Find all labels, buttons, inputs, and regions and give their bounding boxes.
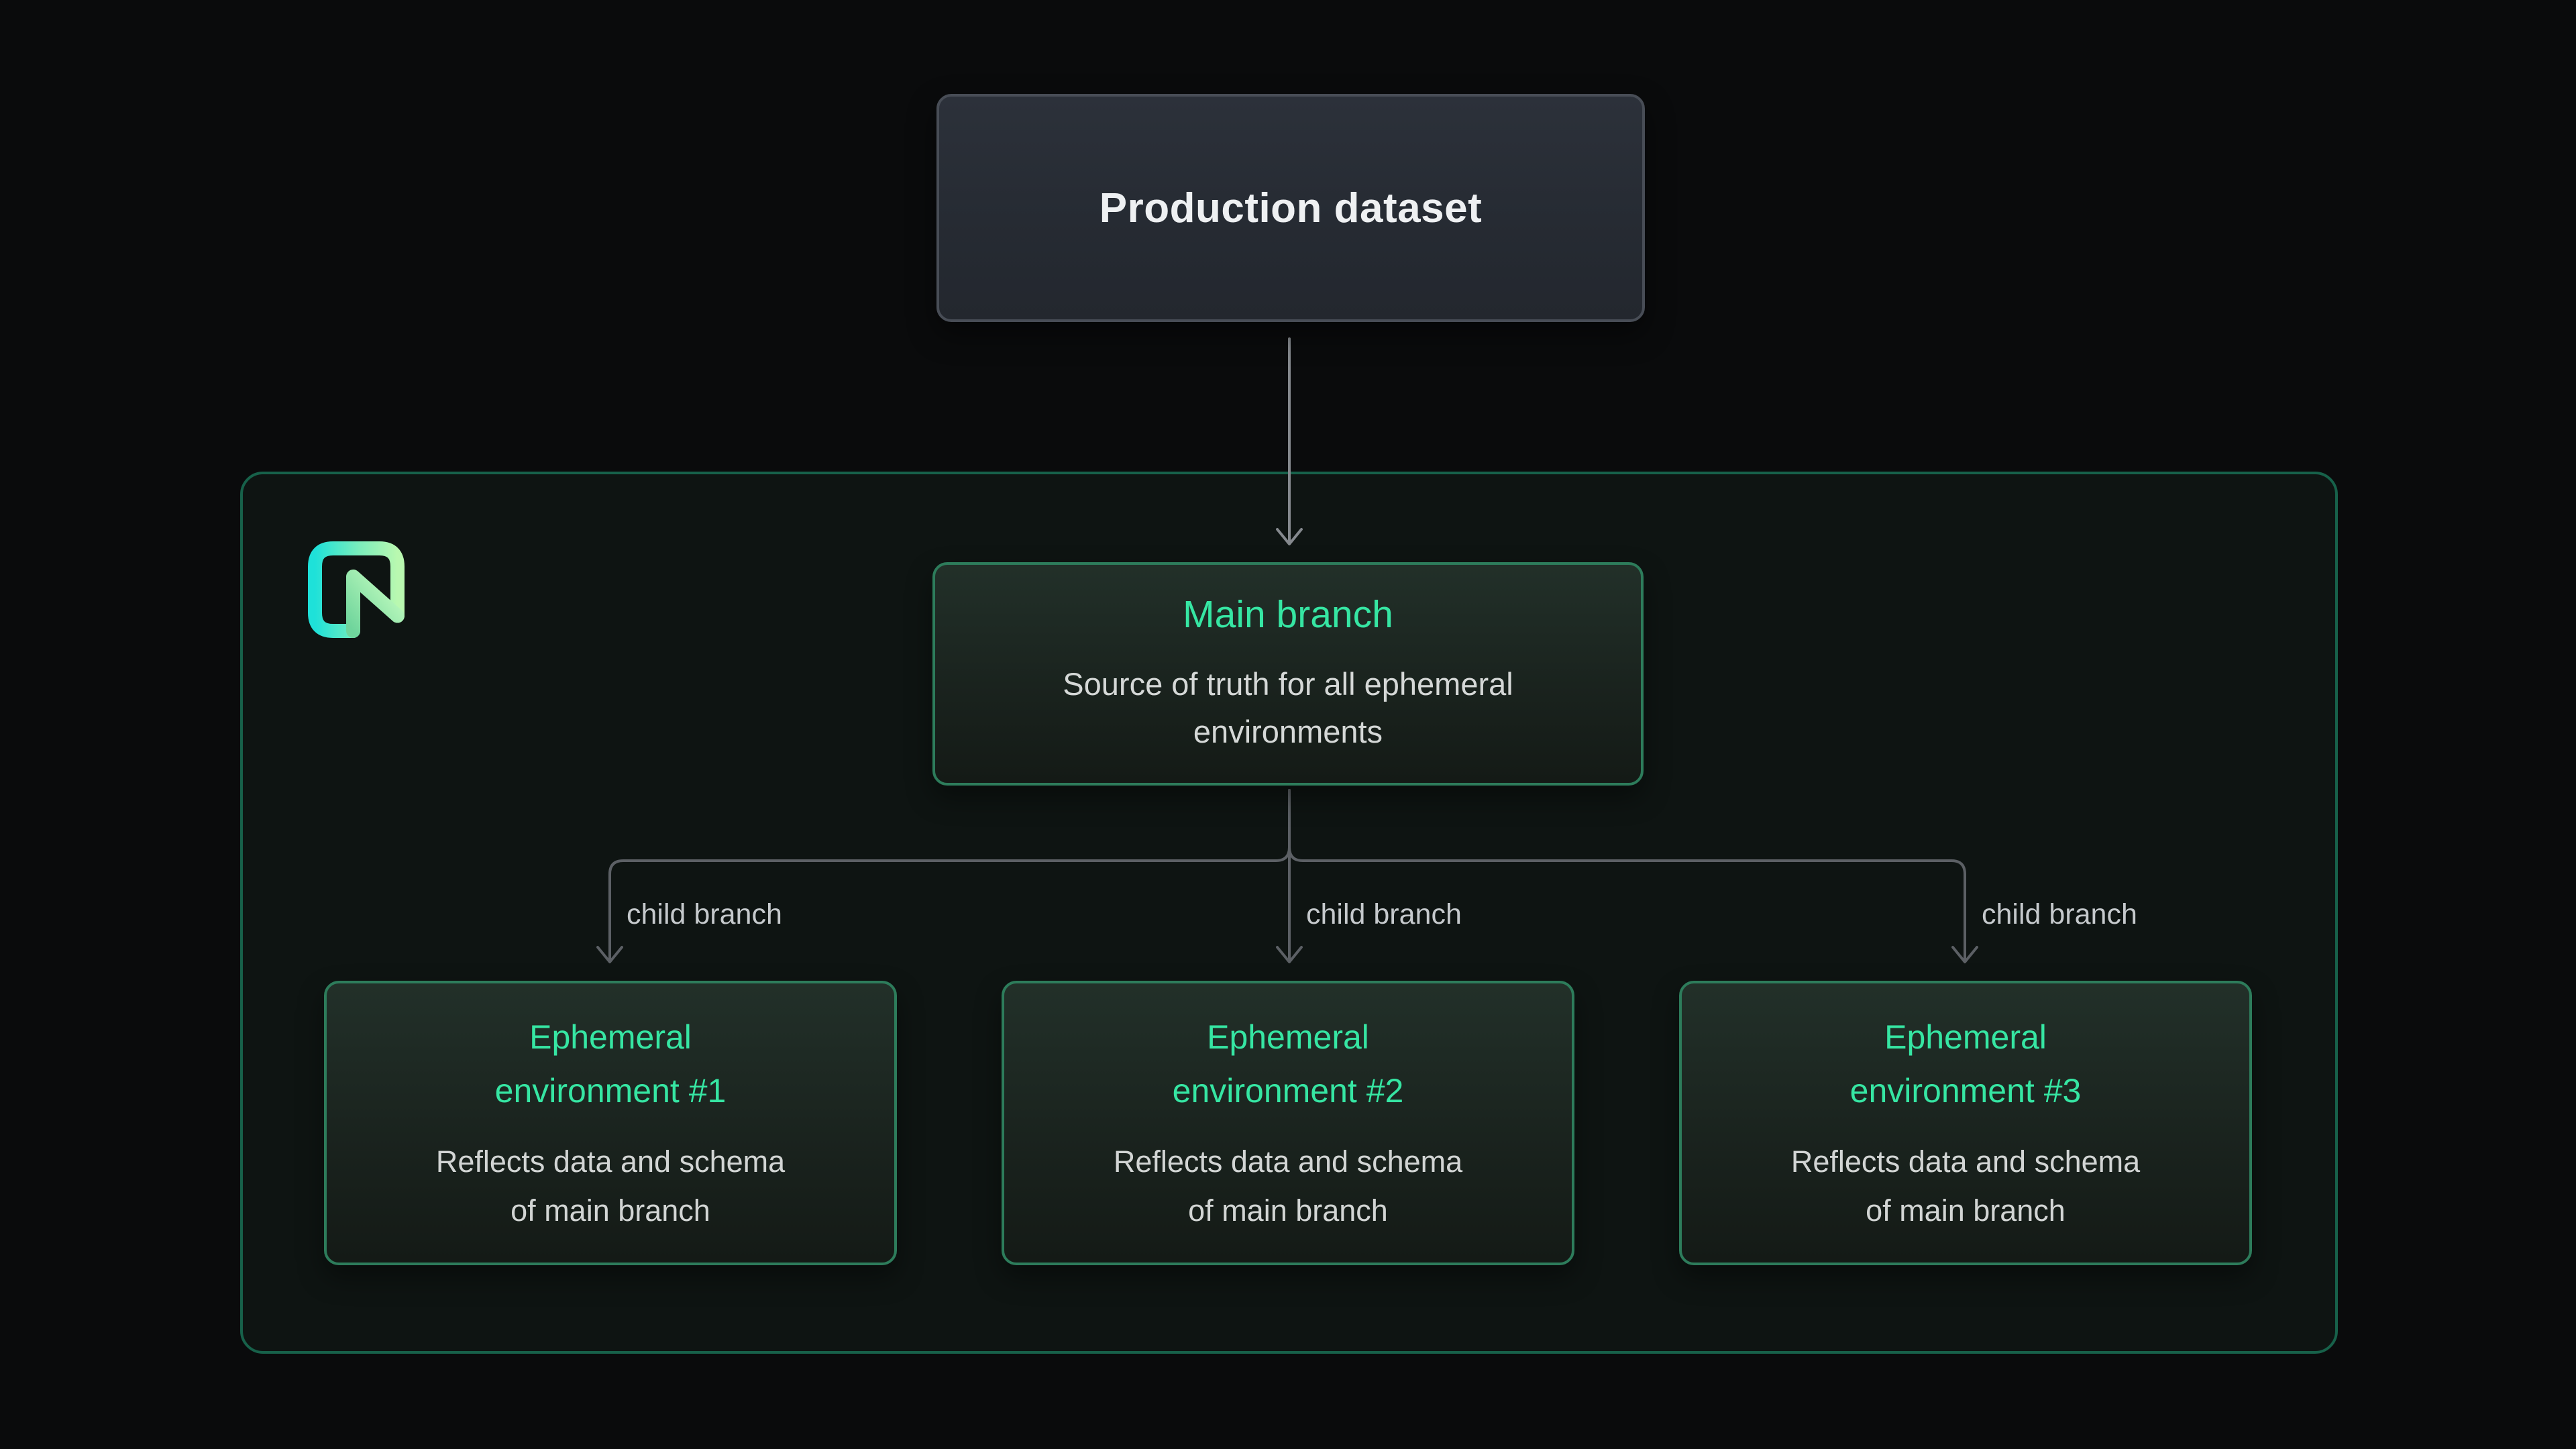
main-branch-title: Main branch [1183,592,1393,637]
ephemeral-environment-2-description: Reflects data and schema of main branch [1114,1138,1462,1236]
ephemeral-environment-1-description: Reflects data and schema of main branch [436,1138,785,1236]
ephemeral-environment-3-title: Ephemeral environment #3 [1850,1010,2082,1118]
diagram-canvas: Production dataset Main branch Source of… [0,0,2576,1449]
edge-label-child-branch-3: child branch [1982,900,2137,929]
ephemeral-environment-3-description: Reflects data and schema of main branch [1791,1138,2140,1236]
main-branch-description: Source of truth for all ephemeral enviro… [1063,661,1513,755]
main-branch-node: Main branch Source of truth for all ephe… [932,562,1644,786]
edge-label-child-branch-2: child branch [1306,900,1462,929]
production-node-title: Production dataset [1099,184,1483,232]
ephemeral-environment-2-title: Ephemeral environment #2 [1173,1010,1404,1118]
ephemeral-environment-3-node: Ephemeral environment #3 Reflects data a… [1679,981,2252,1265]
ephemeral-environment-2-node: Ephemeral environment #2 Reflects data a… [1002,981,1574,1265]
edge-label-child-branch-1: child branch [627,900,782,929]
neon-logo-icon [306,539,407,640]
production-dataset-node: Production dataset [936,94,1645,322]
ephemeral-environment-1-title: Ephemeral environment #1 [495,1010,727,1118]
ephemeral-environment-1-node: Ephemeral environment #1 Reflects data a… [324,981,897,1265]
